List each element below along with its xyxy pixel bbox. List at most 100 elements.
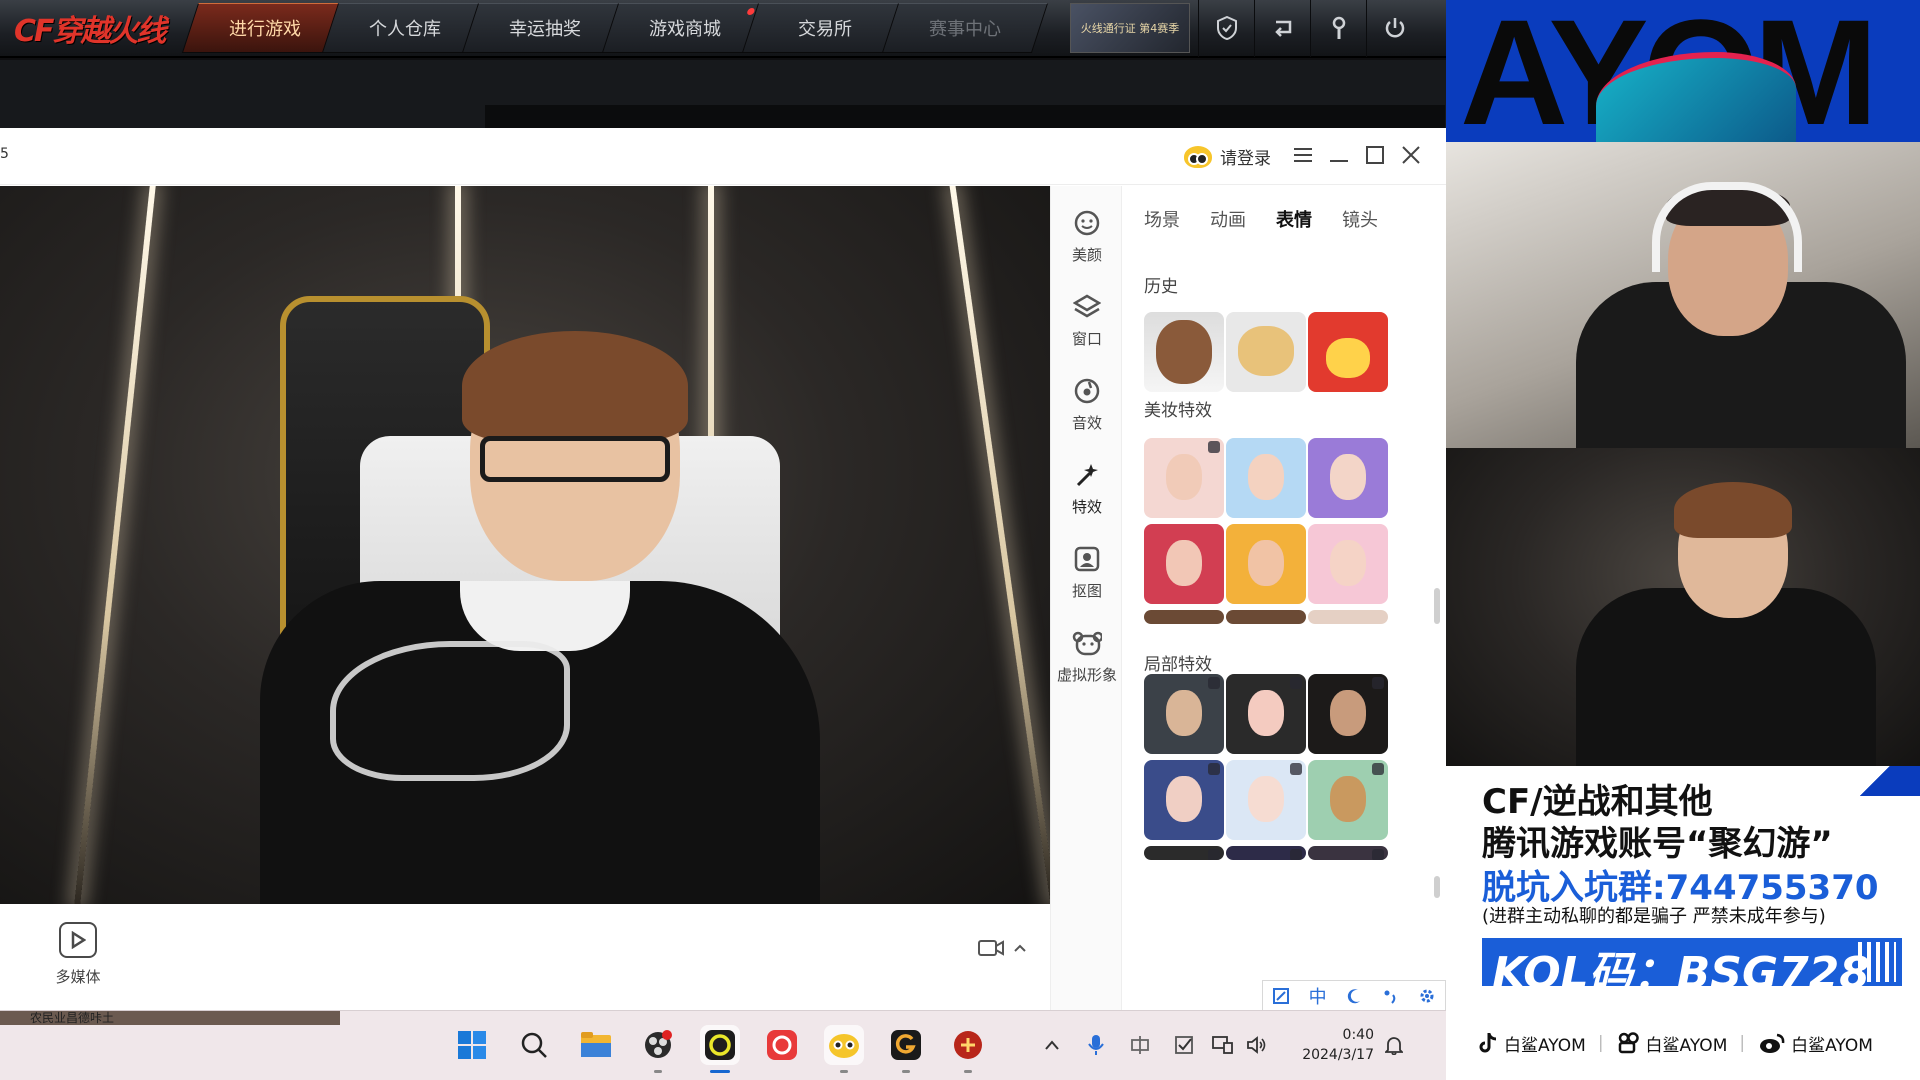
clock-time: 0:40	[1342, 1027, 1374, 1043]
login-label: 请登录	[1220, 149, 1271, 169]
file-explorer-icon[interactable]	[576, 1025, 616, 1065]
face	[1330, 776, 1366, 822]
checkbox-app-icon[interactable]	[1162, 1025, 1206, 1065]
active-indicator	[710, 1070, 730, 1073]
face	[1330, 454, 1366, 500]
lock-icon	[1290, 763, 1302, 775]
effect-makeup-row3[interactable]	[1308, 610, 1388, 624]
effect-local-2[interactable]	[1226, 674, 1306, 754]
lock-icon	[1372, 849, 1384, 860]
scrollbar-thumb[interactable]	[1434, 876, 1440, 898]
lock-icon	[1208, 849, 1220, 860]
windows-start-icon[interactable]	[452, 1025, 492, 1065]
login-button[interactable]: 请登录	[1184, 144, 1271, 169]
effect-makeup-6[interactable]	[1308, 524, 1388, 604]
bear-icon	[1072, 628, 1102, 658]
section-history: 历史	[1144, 277, 1178, 297]
multimedia-button[interactable]: 多媒体	[50, 922, 106, 987]
effect-makeup-4[interactable]	[1144, 524, 1224, 604]
chevron-up-icon[interactable]	[1014, 943, 1026, 953]
douyin-icon	[1479, 1033, 1497, 1053]
tab-animation[interactable]: 动画	[1210, 206, 1246, 232]
effect-makeup-3[interactable]	[1308, 438, 1388, 518]
minimize-icon[interactable]	[1326, 142, 1352, 168]
headset	[1652, 182, 1802, 272]
streamer-hair	[1674, 482, 1792, 538]
effect-makeup-2[interactable]	[1226, 438, 1306, 518]
maximize-icon[interactable]	[1362, 142, 1388, 168]
tool-sound[interactable]: 音效	[1051, 376, 1123, 433]
effect-makeup-row3[interactable]	[1144, 610, 1224, 624]
tool-effects[interactable]: 特效	[1051, 460, 1123, 517]
tool-beauty[interactable]: 美颜	[1051, 208, 1123, 265]
tab-scene[interactable]: 场景	[1144, 206, 1180, 232]
netease-music-icon[interactable]	[762, 1025, 802, 1065]
bell-icon[interactable]	[1374, 1025, 1414, 1065]
info-line-2: 腾讯游戏账号“聚幻游”	[1482, 824, 1833, 864]
obs-icon[interactable]	[638, 1025, 678, 1073]
shirt	[260, 581, 820, 904]
ime-mode[interactable]: 中	[1309, 983, 1327, 1009]
tool-window[interactable]: 窗口	[1051, 292, 1123, 349]
volume-icon[interactable]	[1240, 1025, 1274, 1065]
face	[1166, 540, 1202, 586]
promo-text: 火线通行证 第4赛季	[1080, 21, 1180, 35]
crossfire-icon[interactable]	[948, 1025, 988, 1073]
moon-icon[interactable]	[1345, 987, 1363, 1005]
player-cam-top	[1446, 142, 1920, 448]
screen: CF穿越火线 进行游戏 个人仓库 幸运抽奖 游戏商城 交易所 赛事中心 火线通行…	[0, 0, 1920, 1080]
camera-toggle[interactable]	[978, 938, 1026, 958]
taskbar-left-fragment: 农民业昌德咔土	[0, 1011, 340, 1025]
effect-local-row3[interactable]	[1144, 846, 1224, 860]
streamer-cam-bottom	[1446, 448, 1920, 766]
shirt-logo	[330, 641, 570, 781]
search-icon[interactable]	[514, 1025, 554, 1065]
tool-cutout[interactable]: 抠图	[1051, 544, 1123, 601]
social-douyin: 白鲨AYOM |	[1478, 1031, 1610, 1056]
tab-label: 交易所	[798, 19, 852, 40]
effect-local-6[interactable]	[1308, 760, 1388, 840]
effect-local-row3[interactable]	[1226, 846, 1306, 860]
punctuation-icon[interactable]	[1381, 987, 1399, 1005]
network-icon[interactable]	[1206, 1025, 1240, 1065]
microphone-icon[interactable]	[1074, 1025, 1118, 1065]
menu-icon[interactable]	[1290, 142, 1316, 168]
effect-makeup-row3[interactable]	[1226, 610, 1306, 624]
battle-pass-banner[interactable]: 火线通行证 第4赛季	[1070, 3, 1190, 53]
kol-code: KOL码：BSG728	[1492, 948, 1870, 999]
tool-label: 音效	[1071, 414, 1102, 432]
tool-avatar[interactable]: 虚拟形象	[1051, 628, 1123, 685]
effect-makeup-1[interactable]	[1144, 438, 1224, 518]
shield-icon[interactable]	[1198, 0, 1254, 57]
input-method-icon[interactable]	[1118, 1025, 1162, 1065]
clock[interactable]: 0:40 2024/3/17	[1284, 1025, 1374, 1065]
effect-makeup-5[interactable]	[1226, 524, 1306, 604]
layers-icon	[1072, 292, 1102, 322]
wrench-icon[interactable]	[1310, 0, 1366, 57]
g-app-icon[interactable]	[886, 1025, 926, 1073]
gear-icon[interactable]	[1418, 987, 1436, 1005]
bunny-face	[1326, 338, 1370, 378]
weibo-icon	[1760, 1033, 1785, 1053]
streaming-mascot-icon[interactable]	[824, 1025, 864, 1073]
effect-local-1[interactable]	[1144, 674, 1224, 754]
power-icon[interactable]	[1366, 0, 1422, 57]
effect-local-3[interactable]	[1308, 674, 1388, 754]
close-icon[interactable]	[1398, 142, 1424, 168]
effect-monkey[interactable]	[1144, 312, 1224, 392]
effect-local-4[interactable]	[1144, 760, 1224, 840]
corner-stripe	[1830, 766, 1920, 796]
effect-local-row3[interactable]	[1308, 846, 1388, 860]
scrollbar-thumb[interactable]	[1434, 588, 1440, 624]
effect-red-bunny[interactable]	[1308, 312, 1388, 392]
effect-cat[interactable]	[1226, 312, 1306, 392]
ime-edit-icon[interactable]	[1272, 987, 1290, 1005]
tab-lens[interactable]: 镜头	[1342, 206, 1378, 232]
chevron-up-icon[interactable]	[1030, 1025, 1074, 1065]
streamer	[240, 331, 820, 904]
tab-expression[interactable]: 表情	[1276, 206, 1312, 232]
ring-app-icon[interactable]	[700, 1025, 740, 1073]
tab-events[interactable]: 赛事中心	[881, 3, 1049, 53]
return-icon[interactable]	[1254, 0, 1310, 57]
effect-local-5[interactable]	[1226, 760, 1306, 840]
